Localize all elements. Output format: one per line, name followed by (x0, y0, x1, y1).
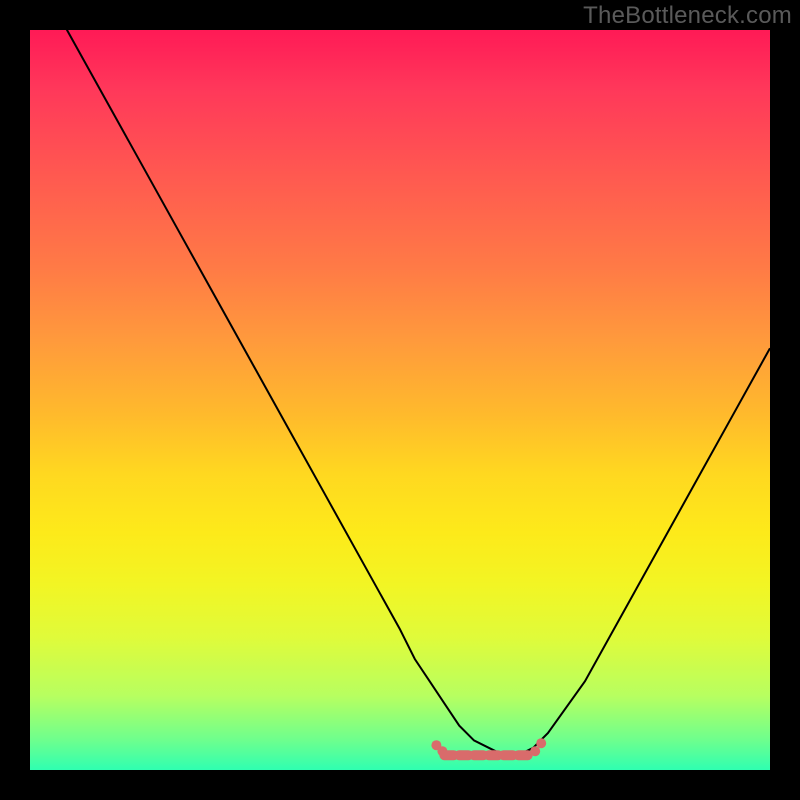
chart-frame: TheBottleneck.com (0, 0, 800, 800)
plot-area (30, 30, 770, 770)
bottleneck-curve-svg (30, 30, 770, 770)
bottleneck-curve-path (30, 30, 770, 755)
watermark-text: TheBottleneck.com (583, 2, 792, 30)
